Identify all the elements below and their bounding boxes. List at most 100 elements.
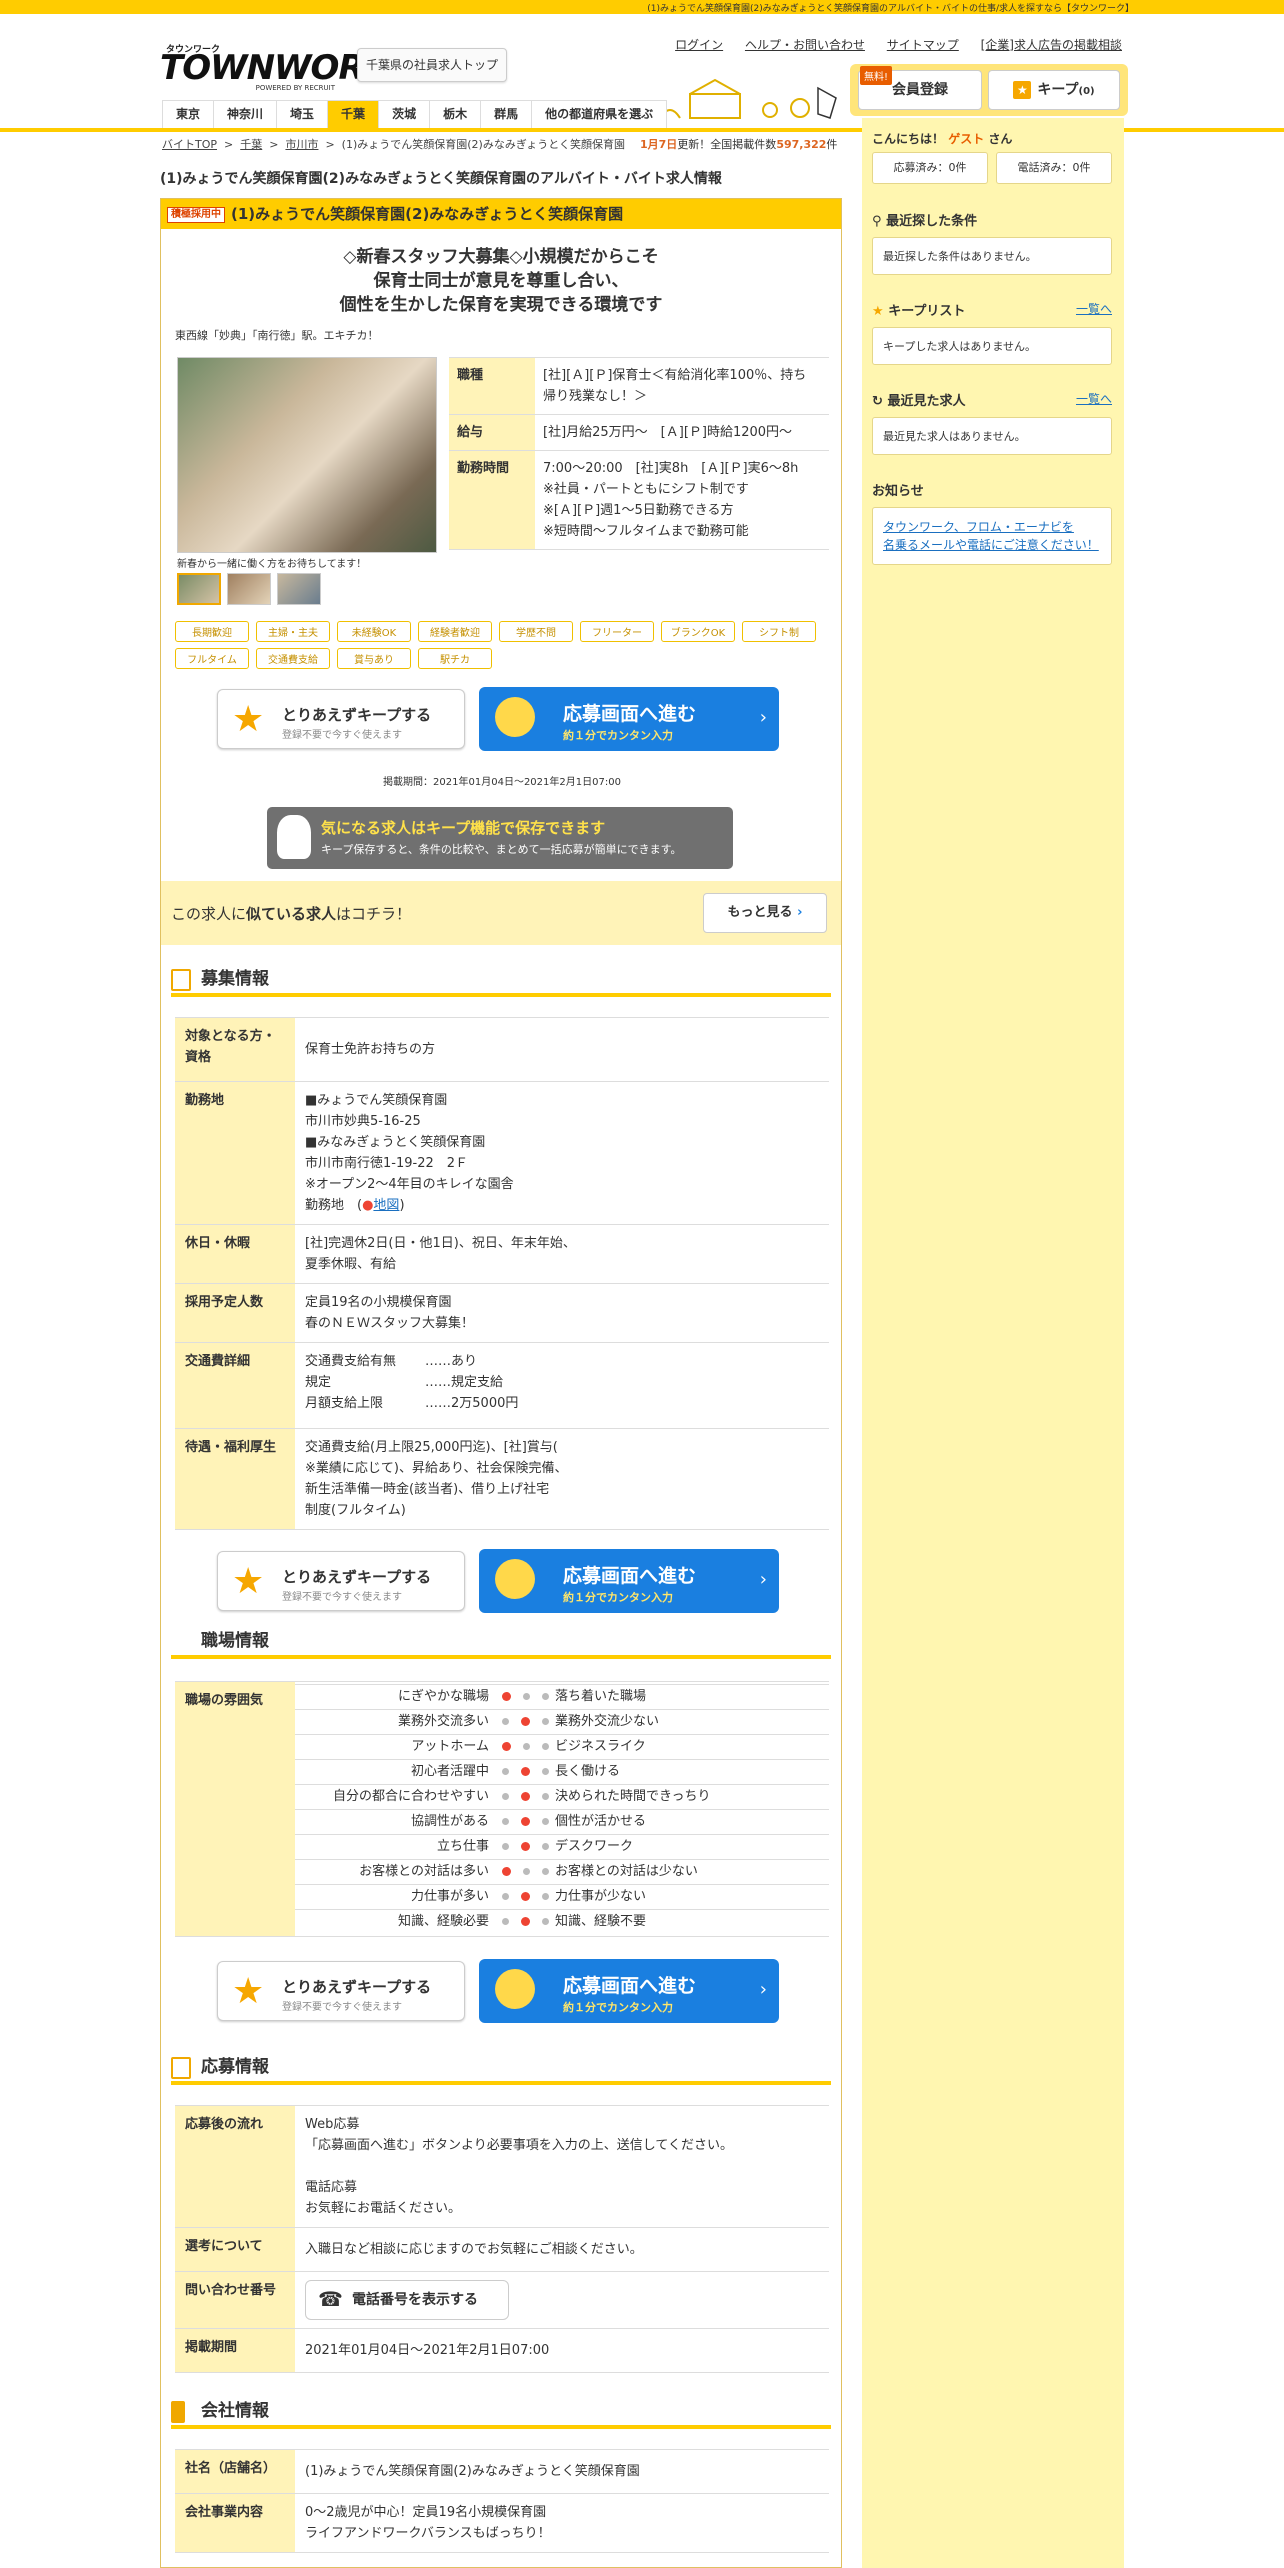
scale-dot	[520, 1842, 530, 1851]
scale-dot	[541, 1693, 549, 1700]
show-phone-button[interactable]: ☎ 電話番号を表示する	[305, 2280, 509, 2320]
atmosphere-dots	[495, 1784, 555, 1810]
atmosphere-row: お客様との対話は多い お客様との対話は少ない	[295, 1859, 829, 1885]
scale-dot	[501, 1793, 509, 1800]
top-links: ログイン ヘルプ・お問い合わせ サイトマップ [企業]求人広告の掲載相談	[657, 36, 1122, 53]
atmosphere-right: 落ち着いた職場	[555, 1684, 829, 1710]
keep-feature-banner[interactable]: 気になる求人はキープ機能で保存できます キープ保存すると、条件の比較や、まとめて一…	[267, 807, 733, 869]
atmosphere-left: 協調性がある	[295, 1809, 495, 1835]
row-value: 保育士免許お持ちの方	[295, 1017, 829, 1082]
row-key: 選考について	[175, 2227, 295, 2272]
notice-link[interactable]: タウンワーク、フロム・エーナビを 名乗るメールや電話にご注意ください！	[872, 507, 1112, 565]
ad-consult-link[interactable]: [企業]求人広告の掲載相談	[981, 38, 1122, 52]
keep-button-sub: 登録不要で今すぐ使えます	[282, 1592, 402, 1603]
keep-list-empty: キープした求人はありません。	[872, 327, 1112, 365]
page-title: (1)みょうでん笑顔保育園(2)みなみぎょうとく笑顔保育園のアルバイト・バイト求…	[160, 171, 722, 187]
table-row: 選考について 入職日など相談に応じますのでお気軽にご相談ください。	[175, 2227, 829, 2272]
recent-search-title: ⚲ 最近探した条件	[872, 214, 978, 229]
pref-tab-saitama[interactable]: 埼玉	[277, 100, 329, 128]
keep-button-label: とりあえずキープする	[282, 706, 432, 724]
keep-button[interactable]: ★ とりあえずキープする 登録不要で今すぐ使えます	[217, 1551, 465, 1611]
feature-tag: フリーター	[580, 621, 654, 642]
scale-dot	[520, 1892, 530, 1901]
update-date: 1月7日	[640, 138, 678, 151]
sitemap-link[interactable]: サイトマップ	[887, 38, 959, 52]
apply-button[interactable]: 応募画面へ進む 約１分でカンタン入力 ›	[479, 1959, 779, 2023]
scale-dot	[541, 1918, 549, 1925]
action-buttons: ★ とりあえずキープする 登録不要で今すぐ使えます 応募画面へ進む 約１分でカンタン入…	[217, 1959, 779, 2025]
atmosphere-left: 知識、経験必要	[295, 1909, 495, 1934]
star-icon: ★	[872, 304, 884, 319]
scale-dot	[501, 1718, 509, 1725]
keep-list-button[interactable]: ★ キープ(0)	[988, 70, 1120, 110]
crumb-ichikawa[interactable]: 市川市	[285, 138, 318, 151]
recent-search-empty: 最近探した条件はありません。	[872, 237, 1112, 275]
login-link[interactable]: ログイン	[675, 38, 723, 52]
keep-button[interactable]: ★ とりあえずキープする 登録不要で今すぐ使えます	[217, 1961, 465, 2021]
pref-tab-tokyo[interactable]: 東京	[163, 100, 215, 128]
similar-jobs-bar: この求人に似ている求人はコチラ！ もっと見る ›	[161, 881, 841, 945]
keep-list-link[interactable]: 一覧へ	[1076, 300, 1112, 317]
atmosphere-left: 立ち仕事	[295, 1834, 495, 1860]
spec-row: 勤務時間 7:00～20:00 [社]実8h [Ａ][Ｐ]実6～8h ※社員・パート…	[449, 450, 829, 550]
keep-button[interactable]: ★ とりあえずキープする 登録不要で今すぐ使えます	[217, 689, 465, 749]
map-link[interactable]: 地図	[373, 1198, 399, 1213]
pref-tab-kanagawa[interactable]: 神奈川	[214, 100, 278, 128]
atmosphere-right: 知識、経験不要	[555, 1909, 829, 1934]
photo-thumbnails	[177, 573, 321, 605]
update-info: 1月7日更新！全国掲載件数597,322件	[640, 136, 837, 152]
pref-top-button[interactable]: 千葉県の社員求人トップ	[357, 48, 507, 82]
atmosphere-right: お客様との対話は少ない	[555, 1859, 829, 1885]
apply-button-label: 応募画面へ進む	[563, 1975, 697, 1997]
chevron-right-icon: ›	[759, 1979, 767, 2000]
keep-button-label: とりあえずキープする	[282, 1568, 432, 1586]
keep-label: キープ	[1037, 82, 1079, 98]
table-row: 勤務地 ■みょうでん笑顔保育園 市川市妙典5-16-25 ■みなみぎょうとく笑顔保育園…	[175, 1081, 829, 1225]
atmosphere-row: 知識、経験必要 知識、経験不要	[295, 1909, 829, 1934]
pref-tab-ibaraki[interactable]: 茨城	[379, 100, 431, 128]
crumb-chiba[interactable]: 千葉	[240, 138, 262, 151]
atmosphere-right: 業務外交流少ない	[555, 1709, 829, 1735]
photo-caption: 新春から一緒に働く方をお待ちしてます！	[177, 559, 367, 570]
scale-dot	[522, 1868, 530, 1875]
atmosphere-right: 決められた時間できっちり	[555, 1784, 829, 1810]
row-value: 交通費支給有無 ……あり 規定 ……規定支給 月額支給上限 ……2万5000円	[295, 1342, 829, 1429]
job-spec: 職種 [社][Ａ][Ｐ]保育士＜有給消化率100％、持ち 帰り残業なし！＞ 給与 [社…	[449, 357, 829, 550]
thumbnail[interactable]	[277, 573, 321, 605]
thumbnail[interactable]	[177, 573, 221, 605]
pref-tab-tochigi[interactable]: 栃木	[430, 100, 482, 128]
job-photo	[177, 357, 437, 553]
bird-mascot-icon	[495, 697, 535, 737]
townwork-logo[interactable]: タウンワーク TOWNWORK POWERED BY RECRUIT	[160, 42, 390, 92]
recent-view-link[interactable]: 一覧へ	[1076, 390, 1112, 407]
crumb-baito-top[interactable]: バイトTOP	[162, 138, 217, 151]
row-value: ■みょうでん笑顔保育園 市川市妙典5-16-25 ■みなみぎょうとく笑顔保育園 市川市…	[295, 1081, 829, 1225]
pref-tab-gunma[interactable]: 群馬	[481, 100, 533, 128]
atmosphere-dots	[495, 1709, 555, 1735]
thumbnail[interactable]	[227, 573, 271, 605]
scale-dot	[520, 1817, 530, 1826]
scale-dot	[541, 1793, 549, 1800]
top-tagline: (1)みょうでん笑顔保育園(2)みなみぎょうとく笑顔保育園のアルバイト・バイトの…	[0, 0, 1284, 14]
pref-tab-other[interactable]: 他の都道府県を選ぶ	[532, 100, 668, 128]
crumb-sep: >	[269, 138, 279, 151]
spec-key: 勤務時間	[449, 450, 535, 550]
table-row: 休日・休暇 [社]完週休2日(日・他1日)、祝日、年末年始、 夏季休暇、有給	[175, 1224, 829, 1284]
called-count: 電話済み：0件	[996, 152, 1112, 184]
scale-dot	[501, 1843, 509, 1850]
more-button[interactable]: もっと見る ›	[703, 893, 827, 933]
row-value: 交通費支給(月上限25,000円迄)、[社]賞与(※業績に応じて)、昇給あり、社…	[295, 1428, 829, 1530]
mascot-icon	[277, 815, 311, 859]
row-key: 応募後の流れ	[175, 2105, 295, 2228]
row-key: 待遇・福利厚生	[175, 1428, 295, 1530]
atmosphere-row: 初心者活躍中 長く働ける	[295, 1759, 829, 1785]
pref-tab-chiba[interactable]: 千葉	[328, 100, 380, 128]
scale-dot	[522, 1693, 530, 1700]
keep-button-sub: 登録不要で今すぐ使えます	[282, 730, 402, 741]
apply-button[interactable]: 応募画面へ進む 約１分でカンタン入力 ›	[479, 1549, 779, 1613]
notice-title: お知らせ	[872, 484, 924, 499]
scale-dot	[501, 1692, 511, 1701]
logo-powered: POWERED BY RECRUIT	[255, 84, 335, 92]
apply-button[interactable]: 応募画面へ進む 約１分でカンタン入力 ›	[479, 687, 779, 751]
help-link[interactable]: ヘルプ・お問い合わせ	[745, 38, 865, 52]
